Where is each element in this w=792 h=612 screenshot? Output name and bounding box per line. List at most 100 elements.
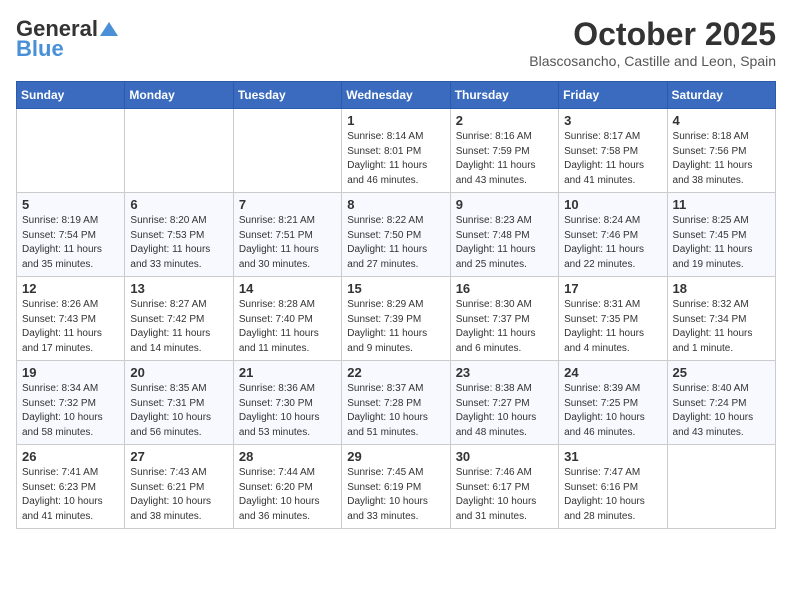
day-number: 1 [347, 113, 444, 128]
calendar-cell [125, 109, 233, 193]
calendar-week-3: 12 Sunrise: 8:26 AM Sunset: 7:43 PM Dayli… [17, 277, 776, 361]
calendar-cell: 31Sunrise: 7:47 AM Sunset: 6:16 PM Dayli… [559, 445, 667, 529]
calendar-cell [233, 109, 341, 193]
day-info: Sunrise: 8:28 AM Sunset: 7:40 PM Dayligh… [239, 298, 336, 356]
day-number: 2 [456, 113, 553, 128]
day-number: 7 [239, 197, 336, 212]
weekday-header-wednesday: Wednesday [342, 82, 450, 109]
day-info: Sunrise: 8:36 AM Sunset: 7:30 PM Dayligh… [239, 382, 336, 440]
calendar-week-5: 26Sunrise: 7:41 AM Sunset: 6:23 PM Dayli… [17, 445, 776, 529]
calendar-cell: 2Sunrise: 8:16 AM Sunset: 7:59 PM Daylig… [450, 109, 558, 193]
day-number: 9 [456, 197, 553, 212]
day-number: 4 [673, 113, 770, 128]
day-number: 25 [673, 365, 770, 380]
weekday-header-thursday: Thursday [450, 82, 558, 109]
calendar-cell: 1 Sunrise: 8:14 AM Sunset: 8:01 PM Daylig… [342, 109, 450, 193]
calendar-body: 1 Sunrise: 8:14 AM Sunset: 8:01 PM Daylig… [17, 109, 776, 529]
calendar-cell: 3 Sunrise: 8:17 AM Sunset: 7:58 PM Daylig… [559, 109, 667, 193]
calendar-cell: 27 Sunrise: 7:43 AM Sunset: 6:21 PM Dayli… [125, 445, 233, 529]
calendar-cell: 21 Sunrise: 8:36 AM Sunset: 7:30 PM Dayli… [233, 361, 341, 445]
day-number: 3 [564, 113, 661, 128]
day-number: 8 [347, 197, 444, 212]
day-number: 28 [239, 449, 336, 464]
day-info: Sunrise: 8:39 AM Sunset: 7:25 PM Dayligh… [564, 382, 661, 440]
day-info: Sunrise: 8:22 AM Sunset: 7:50 PM Dayligh… [347, 214, 444, 272]
day-info: Sunrise: 8:32 AM Sunset: 7:34 PM Dayligh… [673, 298, 770, 356]
day-number: 26 [22, 449, 119, 464]
day-info: Sunrise: 8:17 AM Sunset: 7:58 PM Dayligh… [564, 130, 661, 188]
day-number: 20 [130, 365, 227, 380]
day-number: 14 [239, 281, 336, 296]
day-info: Sunrise: 8:24 AM Sunset: 7:46 PM Dayligh… [564, 214, 661, 272]
day-info: Sunrise: 8:35 AM Sunset: 7:31 PM Dayligh… [130, 382, 227, 440]
calendar-cell: 16 Sunrise: 8:30 AM Sunset: 7:37 PM Dayli… [450, 277, 558, 361]
day-number: 24 [564, 365, 661, 380]
day-info: Sunrise: 7:46 AM Sunset: 6:17 PM Dayligh… [456, 466, 553, 524]
calendar-cell: 9 Sunrise: 8:23 AM Sunset: 7:48 PM Daylig… [450, 193, 558, 277]
day-number: 15 [347, 281, 444, 296]
calendar-week-2: 5 Sunrise: 8:19 AM Sunset: 7:54 PM Daylig… [17, 193, 776, 277]
calendar-cell: 26Sunrise: 7:41 AM Sunset: 6:23 PM Dayli… [17, 445, 125, 529]
logo-icon [100, 22, 118, 36]
calendar-cell [17, 109, 125, 193]
day-info: Sunrise: 8:30 AM Sunset: 7:37 PM Dayligh… [456, 298, 553, 356]
calendar-cell: 14 Sunrise: 8:28 AM Sunset: 7:40 PM Dayli… [233, 277, 341, 361]
calendar-cell: 15Sunrise: 8:29 AM Sunset: 7:39 PM Dayli… [342, 277, 450, 361]
calendar-cell: 19 Sunrise: 8:34 AM Sunset: 7:32 PM Dayli… [17, 361, 125, 445]
day-info: Sunrise: 7:44 AM Sunset: 6:20 PM Dayligh… [239, 466, 336, 524]
day-info: Sunrise: 8:40 AM Sunset: 7:24 PM Dayligh… [673, 382, 770, 440]
day-number: 29 [347, 449, 444, 464]
month-title: October 2025 [529, 16, 776, 53]
day-info: Sunrise: 8:26 AM Sunset: 7:43 PM Dayligh… [22, 298, 119, 356]
calendar-cell: 17Sunrise: 8:31 AM Sunset: 7:35 PM Dayli… [559, 277, 667, 361]
calendar-cell: 29 Sunrise: 7:45 AM Sunset: 6:19 PM Dayli… [342, 445, 450, 529]
day-number: 27 [130, 449, 227, 464]
calendar-cell: 5 Sunrise: 8:19 AM Sunset: 7:54 PM Daylig… [17, 193, 125, 277]
weekday-header-friday: Friday [559, 82, 667, 109]
calendar-cell: 25 Sunrise: 8:40 AM Sunset: 7:24 PM Dayli… [667, 361, 775, 445]
day-number: 12 [22, 281, 119, 296]
day-number: 18 [673, 281, 770, 296]
calendar-week-1: 1 Sunrise: 8:14 AM Sunset: 8:01 PM Daylig… [17, 109, 776, 193]
day-number: 11 [673, 197, 770, 212]
day-info: Sunrise: 8:25 AM Sunset: 7:45 PM Dayligh… [673, 214, 770, 272]
calendar-cell: 4Sunrise: 8:18 AM Sunset: 7:56 PM Daylig… [667, 109, 775, 193]
day-number: 13 [130, 281, 227, 296]
weekday-header-row: SundayMondayTuesdayWednesdayThursdayFrid… [17, 82, 776, 109]
day-number: 5 [22, 197, 119, 212]
weekday-header-monday: Monday [125, 82, 233, 109]
calendar-cell: 6Sunrise: 8:20 AM Sunset: 7:53 PM Daylig… [125, 193, 233, 277]
day-info: Sunrise: 8:14 AM Sunset: 8:01 PM Dayligh… [347, 130, 444, 188]
day-info: Sunrise: 8:37 AM Sunset: 7:28 PM Dayligh… [347, 382, 444, 440]
day-info: Sunrise: 8:38 AM Sunset: 7:27 PM Dayligh… [456, 382, 553, 440]
day-number: 6 [130, 197, 227, 212]
calendar-table: SundayMondayTuesdayWednesdayThursdayFrid… [16, 81, 776, 529]
weekday-header-sunday: Sunday [17, 82, 125, 109]
logo-blue-text: Blue [16, 36, 64, 62]
day-number: 21 [239, 365, 336, 380]
day-info: Sunrise: 7:47 AM Sunset: 6:16 PM Dayligh… [564, 466, 661, 524]
day-info: Sunrise: 8:27 AM Sunset: 7:42 PM Dayligh… [130, 298, 227, 356]
logo: General Blue [16, 16, 118, 62]
day-info: Sunrise: 8:21 AM Sunset: 7:51 PM Dayligh… [239, 214, 336, 272]
day-info: Sunrise: 8:34 AM Sunset: 7:32 PM Dayligh… [22, 382, 119, 440]
day-info: Sunrise: 8:31 AM Sunset: 7:35 PM Dayligh… [564, 298, 661, 356]
day-info: Sunrise: 8:23 AM Sunset: 7:48 PM Dayligh… [456, 214, 553, 272]
location-subtitle: Blascosancho, Castille and Leon, Spain [529, 53, 776, 69]
calendar-cell: 7 Sunrise: 8:21 AM Sunset: 7:51 PM Daylig… [233, 193, 341, 277]
calendar-cell: 22Sunrise: 8:37 AM Sunset: 7:28 PM Dayli… [342, 361, 450, 445]
day-info: Sunrise: 7:45 AM Sunset: 6:19 PM Dayligh… [347, 466, 444, 524]
calendar-week-4: 19 Sunrise: 8:34 AM Sunset: 7:32 PM Dayli… [17, 361, 776, 445]
day-number: 19 [22, 365, 119, 380]
calendar-cell: 11 Sunrise: 8:25 AM Sunset: 7:45 PM Dayli… [667, 193, 775, 277]
calendar-cell: 18 Sunrise: 8:32 AM Sunset: 7:34 PM Dayli… [667, 277, 775, 361]
day-info: Sunrise: 8:19 AM Sunset: 7:54 PM Dayligh… [22, 214, 119, 272]
calendar-cell: 12 Sunrise: 8:26 AM Sunset: 7:43 PM Dayli… [17, 277, 125, 361]
calendar-cell: 13 Sunrise: 8:27 AM Sunset: 7:42 PM Dayli… [125, 277, 233, 361]
day-number: 10 [564, 197, 661, 212]
day-number: 16 [456, 281, 553, 296]
day-info: Sunrise: 7:43 AM Sunset: 6:21 PM Dayligh… [130, 466, 227, 524]
day-number: 30 [456, 449, 553, 464]
day-number: 23 [456, 365, 553, 380]
calendar-cell: 10 Sunrise: 8:24 AM Sunset: 7:46 PM Dayli… [559, 193, 667, 277]
